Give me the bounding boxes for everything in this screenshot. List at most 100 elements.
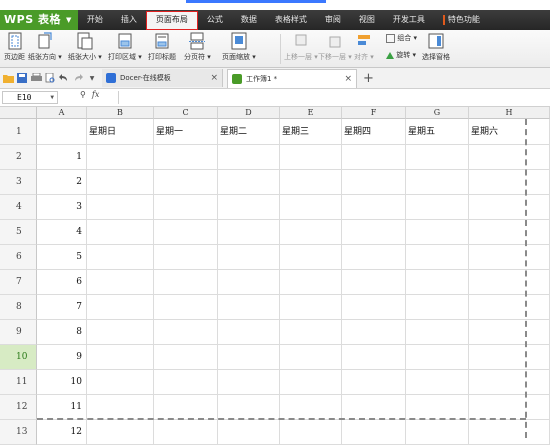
cell-c11[interactable] bbox=[154, 370, 218, 395]
row-header-10[interactable]: 10 bbox=[0, 345, 37, 370]
column-header-g[interactable]: G bbox=[406, 107, 469, 119]
menu-table-style[interactable]: 表格样式 bbox=[266, 10, 316, 30]
cell-e5[interactable] bbox=[280, 220, 342, 245]
cell-b13[interactable] bbox=[87, 420, 154, 445]
cell-h6[interactable] bbox=[469, 245, 550, 270]
row-header-1[interactable]: 1 bbox=[0, 119, 37, 145]
cell-d7[interactable] bbox=[218, 270, 280, 295]
cell-d9[interactable] bbox=[218, 320, 280, 345]
cell-d3[interactable] bbox=[218, 170, 280, 195]
cell-e3[interactable] bbox=[280, 170, 342, 195]
cell-g11[interactable] bbox=[406, 370, 469, 395]
cell-c10[interactable] bbox=[154, 345, 218, 370]
cell-h10[interactable] bbox=[469, 345, 550, 370]
cell-h2[interactable] bbox=[469, 145, 550, 170]
undo-button[interactable] bbox=[58, 71, 70, 85]
cell-b8[interactable] bbox=[87, 295, 154, 320]
cell-h7[interactable] bbox=[469, 270, 550, 295]
cell-h5[interactable] bbox=[469, 220, 550, 245]
cell-h11[interactable] bbox=[469, 370, 550, 395]
chevron-down-icon[interactable]: ▼ bbox=[50, 92, 54, 103]
cell-c9[interactable] bbox=[154, 320, 218, 345]
cell-b7[interactable] bbox=[87, 270, 154, 295]
cell-b1[interactable]: 星期日 bbox=[87, 119, 154, 145]
cell-g6[interactable] bbox=[406, 245, 469, 270]
page-break-button[interactable]: 分页符 ▾ bbox=[184, 32, 211, 62]
menu-insert[interactable]: 插入 bbox=[112, 10, 146, 30]
cell-e7[interactable] bbox=[280, 270, 342, 295]
cell-d1[interactable]: 星期二 bbox=[218, 119, 280, 145]
cell-g13[interactable] bbox=[406, 420, 469, 445]
margins-button[interactable]: 页边距 bbox=[4, 32, 25, 62]
cell-g5[interactable] bbox=[406, 220, 469, 245]
cell-d13[interactable] bbox=[218, 420, 280, 445]
row-header-2[interactable]: 2 bbox=[0, 145, 37, 170]
cell-f12[interactable] bbox=[342, 395, 406, 420]
cell-f7[interactable] bbox=[342, 270, 406, 295]
cell-a11[interactable]: 10 bbox=[37, 370, 87, 395]
cell-g10[interactable] bbox=[406, 345, 469, 370]
menu-review[interactable]: 审阅 bbox=[316, 10, 350, 30]
column-header-d[interactable]: D bbox=[218, 107, 280, 119]
cell-b11[interactable] bbox=[87, 370, 154, 395]
cell-h13[interactable] bbox=[469, 420, 550, 445]
save-button[interactable] bbox=[16, 71, 28, 85]
cell-g4[interactable] bbox=[406, 195, 469, 220]
cell-f8[interactable] bbox=[342, 295, 406, 320]
cell-g2[interactable] bbox=[406, 145, 469, 170]
cell-b9[interactable] bbox=[87, 320, 154, 345]
cell-g8[interactable] bbox=[406, 295, 469, 320]
cell-b2[interactable] bbox=[87, 145, 154, 170]
print-preview-button[interactable] bbox=[44, 71, 56, 85]
cell-e12[interactable] bbox=[280, 395, 342, 420]
cell-e13[interactable] bbox=[280, 420, 342, 445]
cell-c3[interactable] bbox=[154, 170, 218, 195]
row-header-8[interactable]: 8 bbox=[0, 295, 37, 320]
cell-g9[interactable] bbox=[406, 320, 469, 345]
cell-b12[interactable] bbox=[87, 395, 154, 420]
selection-pane-button[interactable]: 选择窗格 bbox=[422, 32, 450, 62]
column-header-c[interactable]: C bbox=[154, 107, 218, 119]
cell-a4[interactable]: 3 bbox=[37, 195, 87, 220]
cell-e8[interactable] bbox=[280, 295, 342, 320]
cell-f9[interactable] bbox=[342, 320, 406, 345]
cell-c13[interactable] bbox=[154, 420, 218, 445]
rotate-button[interactable]: 旋转 ▾ bbox=[386, 50, 416, 60]
column-header-f[interactable]: F bbox=[342, 107, 406, 119]
row-header-3[interactable]: 3 bbox=[0, 170, 37, 195]
cell-b4[interactable] bbox=[87, 195, 154, 220]
cell-f6[interactable] bbox=[342, 245, 406, 270]
select-all-corner[interactable] bbox=[0, 107, 37, 119]
cell-d2[interactable] bbox=[218, 145, 280, 170]
menu-view[interactable]: 视图 bbox=[350, 10, 384, 30]
cell-a5[interactable]: 4 bbox=[37, 220, 87, 245]
formula-input[interactable] bbox=[118, 91, 549, 104]
menu-page-layout[interactable]: 页面布局 bbox=[145, 10, 198, 30]
cell-c5[interactable] bbox=[154, 220, 218, 245]
column-header-e[interactable]: E bbox=[280, 107, 342, 119]
cell-f13[interactable] bbox=[342, 420, 406, 445]
menu-home[interactable]: 开始 bbox=[78, 10, 112, 30]
tab-docer-templates[interactable]: Docer-在线模板 × bbox=[102, 69, 223, 87]
cell-a2[interactable]: 1 bbox=[37, 145, 87, 170]
cell-h1[interactable]: 星期六 bbox=[469, 119, 550, 145]
row-header-9[interactable]: 9 bbox=[0, 320, 37, 345]
close-icon[interactable]: × bbox=[344, 74, 352, 84]
cell-f3[interactable] bbox=[342, 170, 406, 195]
cell-d10[interactable] bbox=[218, 345, 280, 370]
cell-e6[interactable] bbox=[280, 245, 342, 270]
cell-d4[interactable] bbox=[218, 195, 280, 220]
cell-a10[interactable]: 9 bbox=[37, 345, 87, 370]
page-zoom-button[interactable]: 页面缩放 ▾ bbox=[222, 32, 256, 62]
menu-data[interactable]: 数据 bbox=[232, 10, 266, 30]
name-box[interactable]: E10 ▼ bbox=[2, 91, 58, 104]
column-header-h[interactable]: H bbox=[469, 107, 550, 119]
menu-special-features[interactable]: 特色功能 bbox=[434, 10, 489, 30]
close-icon[interactable]: × bbox=[210, 73, 218, 83]
open-folder-button[interactable] bbox=[2, 71, 14, 85]
row-header-11[interactable]: 11 bbox=[0, 370, 37, 395]
cell-a1[interactable] bbox=[37, 119, 87, 145]
row-header-13[interactable]: 13 bbox=[0, 420, 37, 445]
align-button[interactable]: 对齐 ▾ bbox=[354, 32, 374, 62]
cell-h8[interactable] bbox=[469, 295, 550, 320]
